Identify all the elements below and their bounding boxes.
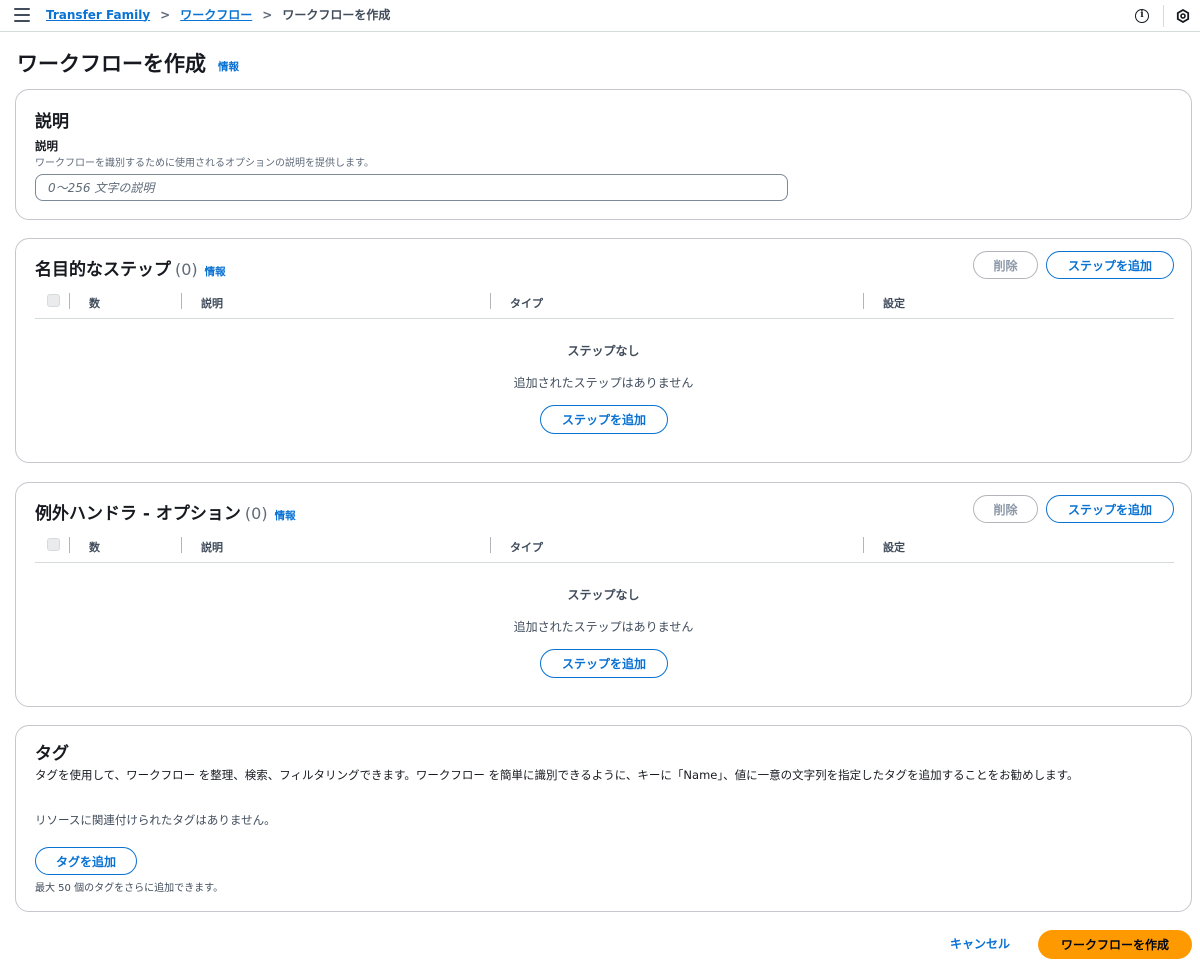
empty-state-title: ステップなし: [567, 588, 640, 602]
delete-button[interactable]: 削除: [973, 251, 1038, 279]
column-divider: [69, 293, 70, 309]
empty-add-step-button[interactable]: ステップを追加: [540, 405, 668, 434]
column-header-settings: 設定: [883, 297, 905, 310]
breadcrumb: Transfer Family > ワークフロー > ワークフローを作成: [46, 6, 390, 23]
menu-icon[interactable]: [14, 8, 30, 22]
column-divider: [69, 537, 70, 553]
column-divider: [181, 293, 182, 309]
description-input[interactable]: [35, 174, 788, 201]
info-icon[interactable]: i: [1135, 8, 1149, 23]
empty-add-step-button[interactable]: ステップを追加: [540, 649, 668, 678]
settings-hex-icon[interactable]: [1176, 8, 1190, 23]
page-title: ワークフローを作成: [17, 52, 206, 76]
nominal-steps-count: (0): [175, 260, 198, 279]
tags-limit-text: 最大 50 個のタグをさらに追加できます。: [35, 883, 224, 894]
add-step-button[interactable]: ステップを追加: [1046, 251, 1174, 279]
breadcrumb-current: ワークフローを作成: [282, 8, 391, 22]
column-header-type: タイプ: [510, 541, 543, 554]
tags-container: タグ タグを使用して、ワークフロー を整理、検索、フィルタリングできます。ワーク…: [15, 725, 1192, 912]
nominal-steps-container: 名目的なステップ (0) 情報 削除 ステップを追加 数 説明 タイプ 設定 ス…: [15, 238, 1192, 463]
select-all-checkbox[interactable]: [47, 294, 60, 307]
column-header-type: タイプ: [510, 297, 543, 310]
exception-handlers-title: 例外ハンドラ - オプション: [35, 504, 241, 524]
column-divider: [863, 293, 864, 309]
column-header-number: 数: [89, 297, 100, 310]
breadcrumb-separator: >: [160, 7, 171, 22]
empty-state-message: 追加されたステップはありません: [513, 620, 694, 634]
tags-empty-message: リソースに関連付けられたタグはありません。: [35, 813, 276, 827]
column-header-description: 説明: [201, 541, 223, 554]
nominal-steps-header: 名目的なステップ (0) 情報: [35, 255, 226, 280]
top-navigation-bar: Transfer Family > ワークフロー > ワークフローを作成 i: [0, 0, 1200, 32]
column-header-description: 説明: [201, 297, 223, 310]
steps-table-header: 数 説明 タイプ 設定: [35, 291, 1174, 319]
description-container: 説明 説明 ワークフローを識別するために使用されるオプションの説明を提供します。: [15, 89, 1192, 220]
create-workflow-button[interactable]: ワークフローを作成: [1038, 930, 1192, 959]
column-divider: [863, 537, 864, 553]
steps-table-header: 数 説明 タイプ 設定: [35, 535, 1174, 563]
exception-handlers-header: 例外ハンドラ - オプション (0) 情報: [35, 499, 296, 524]
column-header-number: 数: [89, 541, 100, 554]
description-field-hint: ワークフローを識別するために使用されるオプションの説明を提供します。: [35, 158, 374, 169]
column-divider: [181, 537, 182, 553]
select-all-checkbox[interactable]: [47, 538, 60, 551]
description-field-label: 説明: [35, 139, 58, 153]
add-tag-button[interactable]: タグを追加: [35, 847, 137, 875]
add-step-button[interactable]: ステップを追加: [1046, 495, 1174, 523]
breadcrumb-separator: >: [262, 7, 273, 22]
column-divider: [490, 293, 491, 309]
top-right-tools: i: [1135, 0, 1200, 31]
delete-button[interactable]: 削除: [973, 495, 1038, 523]
empty-state-message: 追加されたステップはありません: [513, 376, 694, 390]
breadcrumb-transfer-family[interactable]: Transfer Family: [46, 8, 150, 22]
column-header-settings: 設定: [883, 541, 905, 554]
divider: [1163, 4, 1164, 27]
tags-heading: タグ: [35, 744, 69, 764]
column-divider: [490, 537, 491, 553]
empty-state-title: ステップなし: [567, 344, 640, 358]
page-info-link[interactable]: 情報: [218, 59, 239, 74]
exception-handlers-info-link[interactable]: 情報: [275, 508, 296, 523]
exception-handlers-count: (0): [244, 504, 268, 523]
cancel-button[interactable]: キャンセル: [940, 934, 1020, 954]
nominal-steps-title: 名目的なステップ: [35, 260, 171, 280]
nominal-steps-info-link[interactable]: 情報: [205, 264, 226, 279]
exception-handlers-container: 例外ハンドラ - オプション (0) 情報 削除 ステップを追加 数 説明 タイ…: [15, 482, 1192, 707]
breadcrumb-workflows[interactable]: ワークフロー: [180, 6, 252, 23]
tags-description: タグを使用して、ワークフロー を整理、検索、フィルタリングできます。ワークフロー…: [35, 768, 1079, 782]
description-heading: 説明: [35, 112, 69, 132]
